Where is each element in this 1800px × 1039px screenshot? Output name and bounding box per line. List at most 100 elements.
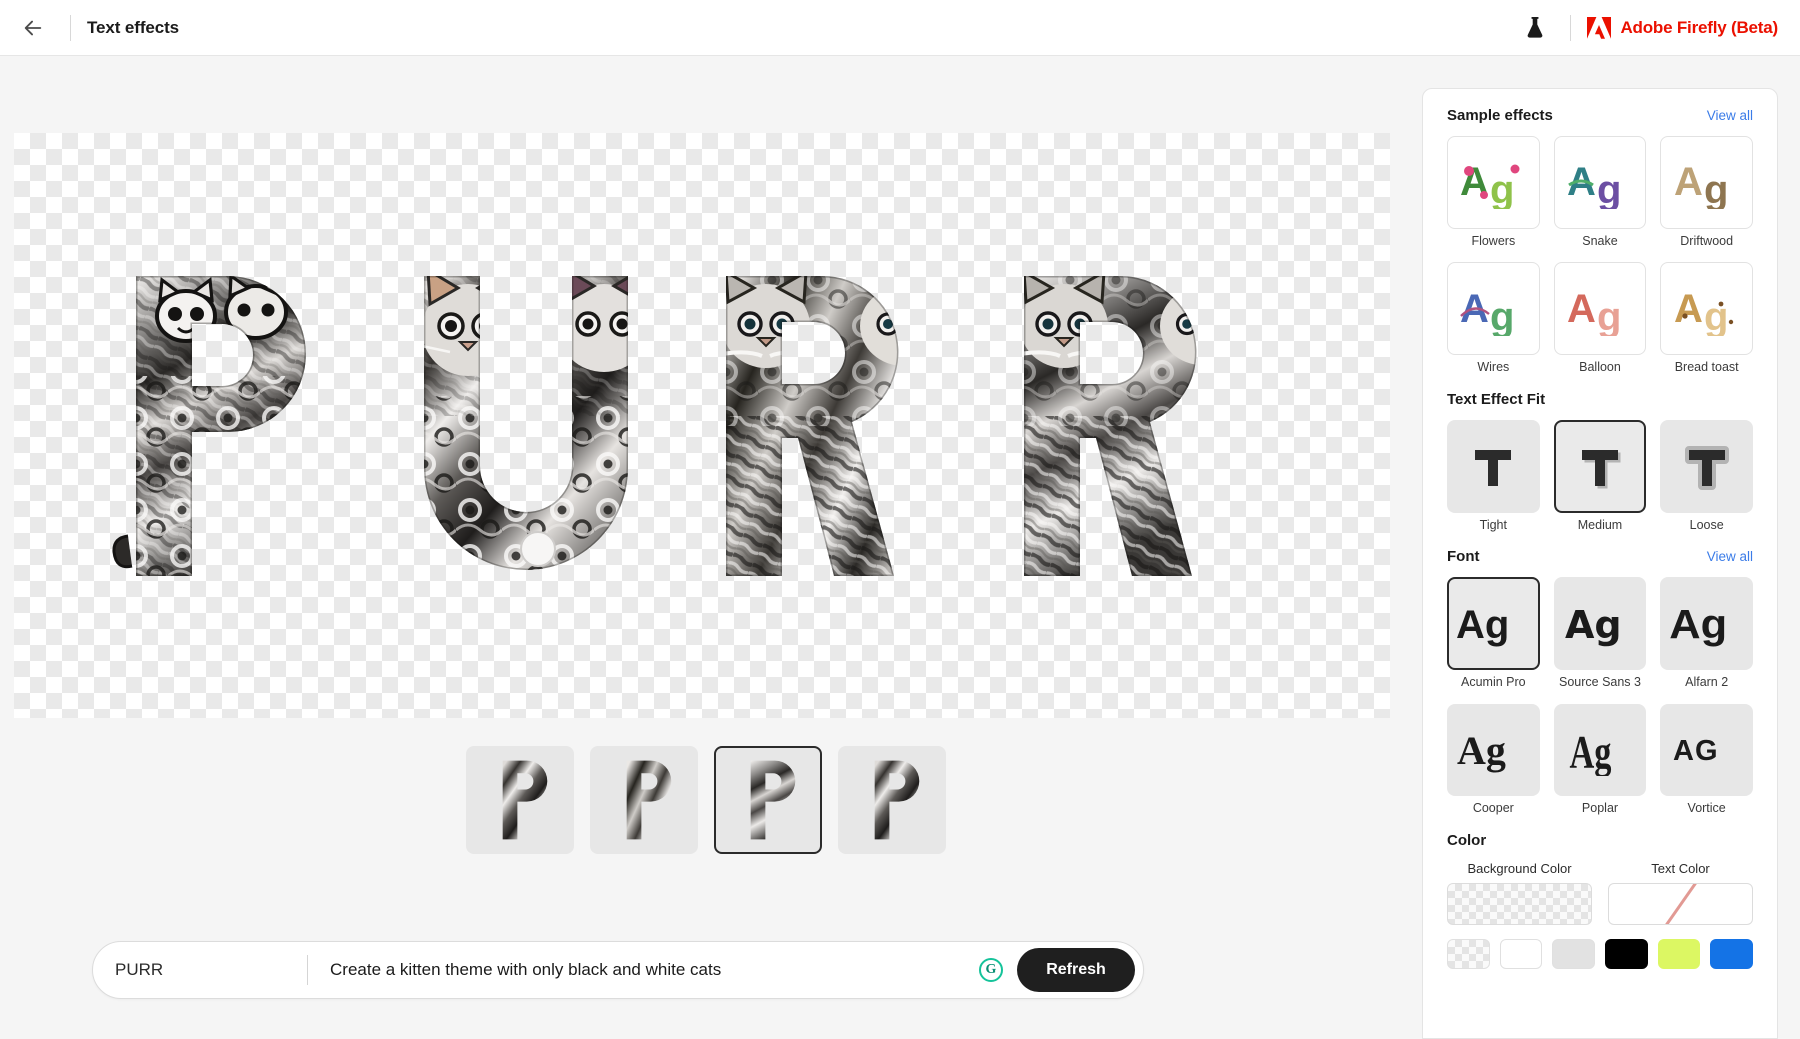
grammarly-icon[interactable]: G bbox=[979, 958, 1003, 982]
svg-text:Ag: Ag bbox=[1565, 603, 1622, 647]
svg-text:g: g bbox=[1490, 168, 1514, 209]
ag-font-icon: Ag bbox=[1569, 726, 1611, 776]
font-option-poplar[interactable]: Ag Poplar bbox=[1553, 703, 1647, 816]
refresh-button[interactable]: Refresh bbox=[1017, 948, 1135, 992]
sample-effect-bread-toast[interactable]: A g Bread toast bbox=[1660, 262, 1753, 374]
font-option-preview: Ag bbox=[1447, 703, 1540, 797]
svg-text:g: g bbox=[1597, 168, 1621, 209]
swatch-lightgray[interactable] bbox=[1552, 939, 1596, 970]
background-color-swatch[interactable] bbox=[1447, 883, 1592, 926]
sample-effect-label: Snake bbox=[1582, 233, 1618, 248]
sample-effect-preview: A g bbox=[1660, 136, 1753, 229]
main-stage: PURR Create a kitten theme with only bla… bbox=[0, 56, 1412, 1039]
text-input[interactable]: PURR bbox=[115, 960, 307, 980]
ag-preview-icon: A g bbox=[1674, 160, 1728, 209]
variation-thumb-4[interactable] bbox=[838, 746, 946, 854]
text-effect-fit-header: Text Effect Fit bbox=[1447, 391, 1753, 408]
variation-strip bbox=[0, 746, 1412, 854]
variation-thumb-3[interactable] bbox=[714, 746, 822, 854]
font-option-vortice[interactable]: AG Vortice bbox=[1660, 703, 1753, 816]
brand-name: Adobe Firefly (Beta) bbox=[1620, 17, 1778, 37]
brand[interactable]: Adobe Firefly (Beta) bbox=[1587, 16, 1778, 39]
sample-effect-preview: A g bbox=[1553, 136, 1647, 229]
ag-font-icon: Ag bbox=[1456, 603, 1509, 647]
background-color-label: Background Color bbox=[1467, 861, 1572, 877]
svg-text:A: A bbox=[1674, 160, 1703, 204]
color-pickers: Background Color Text Color bbox=[1447, 861, 1753, 926]
top-bar-right: Adobe Firefly (Beta) bbox=[1516, 9, 1800, 47]
font-option-alfarn-2[interactable]: Ag Alfarn 2 bbox=[1660, 577, 1753, 689]
artwork-letter-r2 bbox=[1024, 275, 1197, 576]
sample-effect-driftwood[interactable]: A g Driftwood bbox=[1660, 136, 1753, 248]
swatch-blue[interactable] bbox=[1710, 939, 1754, 970]
svg-text:Ag: Ag bbox=[1569, 726, 1611, 776]
font-option-preview: Ag bbox=[1660, 577, 1753, 670]
svg-text:Ag: Ag bbox=[1457, 728, 1506, 773]
font-section: Font View all Ag Acumin Pro Ag Source Sa… bbox=[1447, 548, 1753, 816]
text-effect-fit-title: Text Effect Fit bbox=[1447, 390, 1546, 408]
ag-preview-icon: A g bbox=[1674, 287, 1733, 336]
page-title: Text effects bbox=[87, 17, 180, 37]
sample-effect-label: Wires bbox=[1477, 360, 1510, 375]
sample-effect-preview: A g bbox=[1447, 136, 1540, 229]
variation-thumb-2[interactable] bbox=[590, 746, 698, 854]
font-header: Font View all bbox=[1447, 548, 1753, 565]
brand-divider bbox=[1570, 14, 1572, 41]
svg-text:g: g bbox=[1704, 168, 1728, 209]
font-option-label: Vortice bbox=[1687, 801, 1726, 816]
font-view-all[interactable]: View all bbox=[1707, 549, 1753, 564]
text-color-swatch[interactable] bbox=[1608, 883, 1753, 926]
flask-icon bbox=[1528, 16, 1543, 38]
fit-option-label: Loose bbox=[1689, 517, 1724, 532]
sample-effect-balloon[interactable]: A g Balloon bbox=[1553, 262, 1647, 374]
ag-preview-icon: A g bbox=[1460, 287, 1514, 336]
sample-effect-label: Driftwood bbox=[1680, 233, 1734, 248]
variation-thumb-1[interactable] bbox=[466, 746, 574, 854]
font-option-preview: Ag bbox=[1553, 703, 1647, 797]
svg-text:A: A bbox=[1674, 287, 1703, 331]
sample-effect-label: Flowers bbox=[1471, 233, 1516, 248]
top-bar: Text effects Adobe Firefly (Beta) bbox=[0, 0, 1800, 56]
sample-effect-preview: A g bbox=[1447, 262, 1540, 356]
artwork-canvas[interactable] bbox=[14, 133, 1390, 718]
sample-effects-grid: A g Flowers A g Snake A g Driftwood A g … bbox=[1447, 136, 1753, 375]
fit-option-medium[interactable]: Medium bbox=[1553, 419, 1647, 532]
header-divider bbox=[70, 14, 71, 41]
svg-text:g: g bbox=[1704, 295, 1728, 336]
sample-effect-flowers[interactable]: A g Flowers bbox=[1447, 136, 1540, 248]
swatch-lime[interactable] bbox=[1657, 939, 1701, 970]
back-button[interactable] bbox=[12, 7, 54, 49]
sample-effects-title: Sample effects bbox=[1447, 107, 1553, 124]
font-option-source-sans-3[interactable]: Ag Source Sans 3 bbox=[1553, 577, 1647, 689]
arrow-left-icon bbox=[24, 20, 42, 35]
variation-thumb-glyph bbox=[874, 760, 920, 840]
swatch-transparent[interactable] bbox=[1447, 939, 1490, 970]
sample-effects-view-all[interactable]: View all bbox=[1707, 108, 1753, 123]
font-grid: Ag Acumin Pro Ag Source Sans 3 Ag Alfarn… bbox=[1447, 577, 1753, 816]
artwork-letter-p bbox=[112, 275, 306, 576]
fit-option-tight[interactable]: Tight bbox=[1447, 419, 1540, 532]
fit-option-loose[interactable]: Loose bbox=[1660, 419, 1753, 532]
color-title: Color bbox=[1447, 832, 1487, 850]
adobe-logo-icon bbox=[1587, 16, 1612, 39]
fit-option-preview bbox=[1553, 419, 1647, 513]
ag-font-icon: Ag bbox=[1457, 728, 1506, 773]
experiments-button[interactable] bbox=[1516, 9, 1554, 47]
artwork-letter-u bbox=[424, 275, 628, 570]
text-effect-fit-section: Text Effect Fit Tight Medium Loose bbox=[1447, 391, 1753, 532]
settings-panel: Sample effects View all A g Flowers A g … bbox=[1422, 88, 1778, 1039]
font-option-acumin-pro[interactable]: Ag Acumin Pro bbox=[1447, 577, 1540, 689]
sample-effects-header: Sample effects View all bbox=[1447, 107, 1753, 124]
fit-option-preview bbox=[1660, 419, 1753, 513]
font-option-cooper[interactable]: Ag Cooper bbox=[1447, 703, 1540, 816]
sample-effect-snake[interactable]: A g Snake bbox=[1553, 136, 1647, 248]
variation-thumb-glyph bbox=[626, 760, 672, 840]
svg-text:g: g bbox=[1490, 295, 1514, 336]
color-section: Color Background Color Text Color bbox=[1447, 832, 1754, 970]
sample-effect-wires[interactable]: A g Wires bbox=[1447, 262, 1540, 374]
no-color-slash-icon bbox=[1665, 884, 1696, 925]
t-glyph-icon bbox=[1684, 446, 1729, 491]
swatch-black[interactable] bbox=[1605, 939, 1648, 970]
prompt-input[interactable]: Create a kitten theme with only black an… bbox=[308, 960, 979, 980]
swatch-white[interactable] bbox=[1499, 939, 1543, 970]
